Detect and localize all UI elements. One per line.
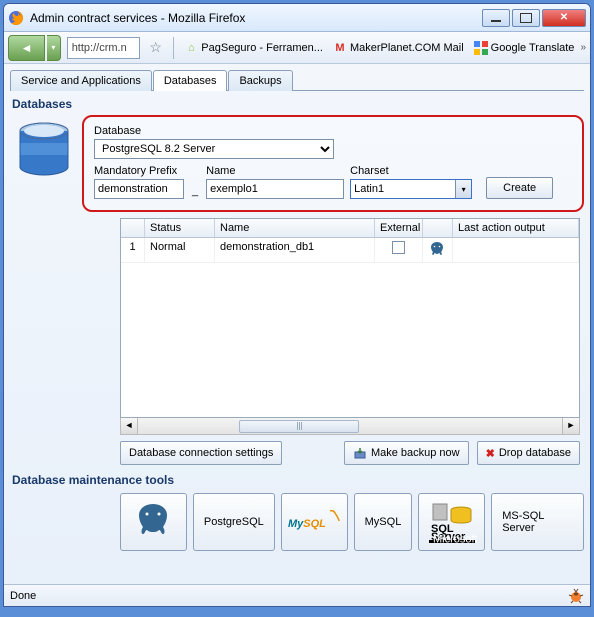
grid-header: Status Name External Last action output <box>121 219 579 238</box>
maximize-button[interactable] <box>512 9 540 27</box>
charset-input[interactable] <box>350 179 472 199</box>
svg-text:MySQL: MySQL <box>288 518 326 530</box>
button-label: Database connection settings <box>129 447 273 459</box>
bookmark-label: PagSeguro - Ferramen... <box>201 42 323 54</box>
mysql-label[interactable]: MySQL <box>354 493 413 551</box>
star-icon[interactable]: ☆ <box>144 39 167 56</box>
database-label: Database <box>94 125 572 137</box>
tab-service[interactable]: Service and Applications <box>10 70 152 91</box>
database-select[interactable]: PostgreSQL 8.2 Server <box>94 139 334 159</box>
google-icon <box>474 41 488 55</box>
tab-databases[interactable]: Databases <box>153 70 228 91</box>
firebug-icon[interactable] <box>568 588 584 604</box>
window-title: Admin contract services - Mozilla Firefo… <box>30 11 482 25</box>
table-row[interactable]: 1 Normal demonstration_db1 <box>121 238 579 263</box>
connection-settings-button[interactable]: Database connection settings <box>120 441 282 465</box>
content-area: Service and Applications Databases Backu… <box>4 64 590 584</box>
row-status: Normal <box>145 238 215 262</box>
delete-icon: ✖ <box>486 447 495 460</box>
db-grid-wrap: Status Name External Last action output … <box>120 218 580 435</box>
spacer <box>290 441 336 465</box>
bookmark-pagseguro[interactable]: ⌂ PagSeguro - Ferramen... <box>180 39 327 57</box>
underscore-sep: _ <box>192 185 198 199</box>
row-external[interactable] <box>375 238 423 262</box>
bookmark-mail[interactable]: M MakerPlanet.COM Mail <box>329 39 468 57</box>
backup-now-button[interactable]: Make backup now <box>344 441 469 465</box>
mssql-logo-icon: SQL Server Microsoft <box>427 500 477 544</box>
mssql-label[interactable]: MS-SQL Server <box>491 493 584 551</box>
firefox-icon <box>8 10 24 26</box>
mysql-tool-button[interactable]: MySQL <box>281 493 348 551</box>
col-index[interactable] <box>121 219 145 237</box>
minimize-button[interactable] <box>482 9 510 27</box>
app-window: Admin contract services - Mozilla Firefo… <box>3 3 591 607</box>
col-last-output[interactable]: Last action output <box>453 219 579 237</box>
db-grid: Status Name External Last action output … <box>120 218 580 418</box>
row-name: demonstration_db1 <box>215 238 375 262</box>
gmail-icon: M <box>333 41 347 55</box>
name-label: Name <box>206 165 344 177</box>
section-title: Databases <box>12 97 584 111</box>
back-button[interactable] <box>8 35 45 61</box>
window-controls <box>482 9 586 27</box>
col-icon[interactable] <box>423 219 453 237</box>
titlebar: Admin contract services - Mozilla Firefo… <box>4 4 590 32</box>
external-checkbox[interactable] <box>392 241 405 254</box>
postgresql-icon <box>428 241 446 259</box>
row-dbtype-icon <box>423 238 453 262</box>
button-label: Make backup now <box>371 447 460 459</box>
tabs: Service and Applications Databases Backu… <box>10 70 584 91</box>
postgresql-logo-icon <box>131 500 175 544</box>
scroll-thumb[interactable] <box>239 420 359 433</box>
close-button[interactable] <box>542 9 586 27</box>
prefix-label: Mandatory Prefix <box>94 165 184 177</box>
charset-label: Charset <box>350 165 472 177</box>
prefix-input[interactable] <box>94 179 184 199</box>
svg-text:Microsoft: Microsoft <box>433 534 477 545</box>
bookmark-translate[interactable]: Google Translate <box>470 39 579 57</box>
charset-dropdown-icon[interactable]: ▾ <box>455 180 471 198</box>
horizontal-scrollbar[interactable]: ◄ ► <box>120 418 580 435</box>
postgresql-tool-button[interactable] <box>120 493 187 551</box>
mysql-logo-icon: MySQL <box>286 507 342 537</box>
name-input[interactable] <box>206 179 344 199</box>
navbar: ▾ http://crm.n ☆ ⌂ PagSeguro - Ferramen.… <box>4 32 590 64</box>
database-icon <box>14 121 74 185</box>
button-label: Drop database <box>499 447 571 459</box>
backup-icon <box>353 446 367 460</box>
maint-tools: PostgreSQL MySQL MySQL SQL Server Micros… <box>120 493 584 551</box>
col-status[interactable]: Status <box>145 219 215 237</box>
statusbar: Done <box>4 584 590 606</box>
separator <box>173 37 174 59</box>
tab-backups[interactable]: Backups <box>228 70 292 91</box>
create-button[interactable]: Create <box>486 177 553 199</box>
back-dropdown[interactable]: ▾ <box>47 35 61 61</box>
status-text: Done <box>10 590 36 602</box>
row-index: 1 <box>121 238 145 262</box>
drop-database-button[interactable]: ✖ Drop database <box>477 441 580 465</box>
maint-title: Database maintenance tools <box>12 473 584 487</box>
scroll-left-icon[interactable]: ◄ <box>121 418 138 434</box>
overflow-chevron[interactable]: » <box>580 42 586 53</box>
create-db-form: Database PostgreSQL 8.2 Server Mandatory… <box>82 115 584 212</box>
mssql-tool-button[interactable]: SQL Server Microsoft <box>418 493 485 551</box>
action-row: Database connection settings Make backup… <box>120 441 580 465</box>
col-name[interactable]: Name <box>215 219 375 237</box>
scroll-right-icon[interactable]: ► <box>562 418 579 434</box>
pagseguro-icon: ⌂ <box>184 41 198 55</box>
col-external[interactable]: External <box>375 219 423 237</box>
form-area: Database PostgreSQL 8.2 Server Mandatory… <box>10 115 584 212</box>
postgresql-label[interactable]: PostgreSQL <box>193 493 275 551</box>
bookmark-label: MakerPlanet.COM Mail <box>350 42 464 54</box>
row-output <box>453 238 579 262</box>
bookmark-label: Google Translate <box>491 42 575 54</box>
url-field[interactable]: http://crm.n <box>67 37 140 59</box>
